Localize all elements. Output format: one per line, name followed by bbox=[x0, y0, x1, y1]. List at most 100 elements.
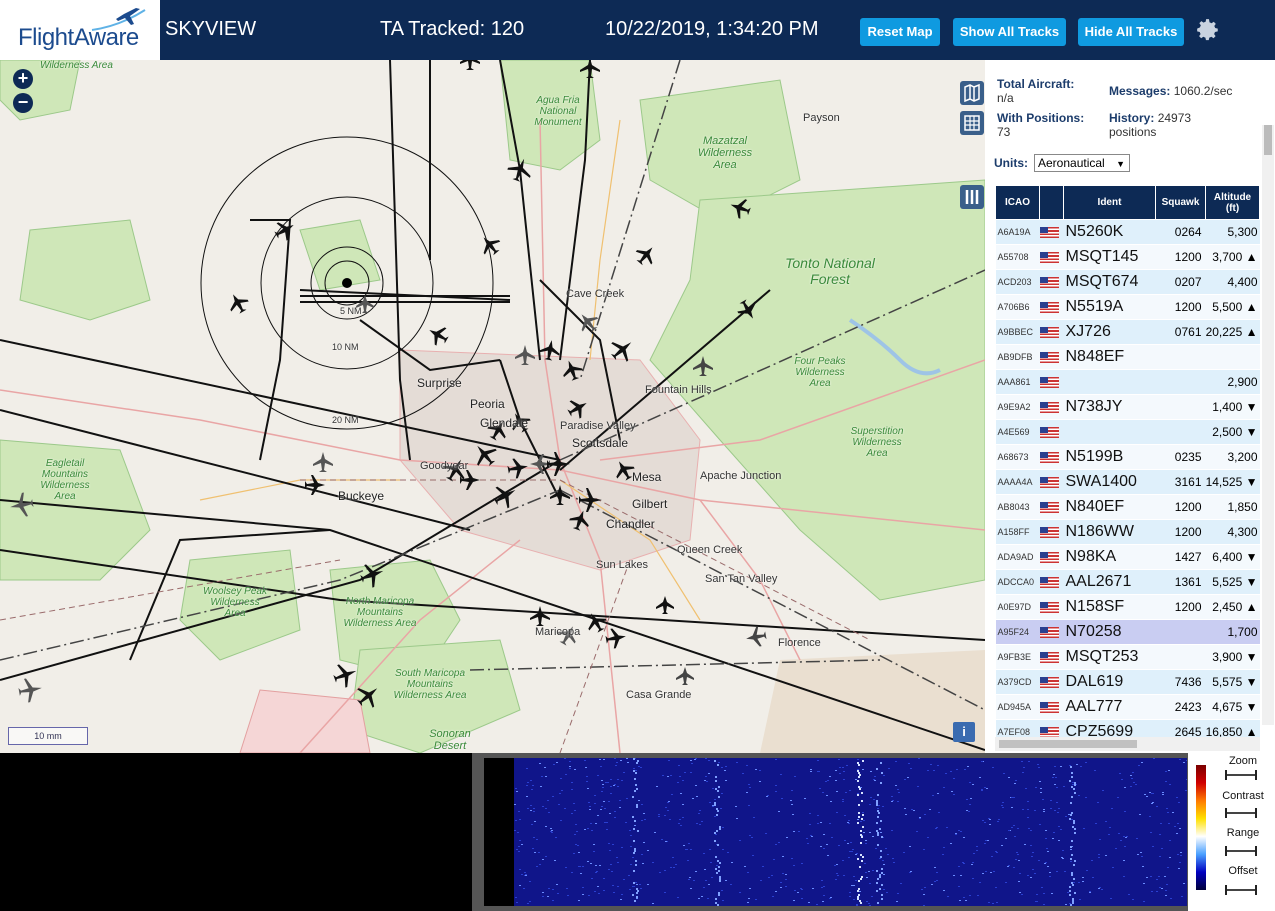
us-flag-icon bbox=[1039, 526, 1059, 538]
waterfall-pixel bbox=[848, 857, 850, 858]
waterfall-pixel bbox=[614, 817, 616, 818]
table-row[interactable]: A0E97D N158SF 1200 2,450 ▲ bbox=[995, 594, 1260, 620]
table-row[interactable]: A9FB3E MSQT253 3,900 ▼ bbox=[995, 644, 1260, 670]
waterfall-pixel bbox=[599, 759, 601, 760]
contrast-slider[interactable] bbox=[1225, 808, 1257, 818]
waterfall-pixel bbox=[683, 845, 685, 846]
reset-map-button[interactable]: Reset Map bbox=[860, 18, 940, 46]
col-flag[interactable] bbox=[1039, 185, 1064, 220]
waterfall-pixel bbox=[917, 786, 919, 787]
waterfall-pixel bbox=[1179, 828, 1181, 829]
waterfall-signal bbox=[1071, 840, 1073, 842]
waterfall-pixel bbox=[1149, 816, 1151, 817]
table-row[interactable]: A4E569 2,500 ▼ bbox=[995, 419, 1260, 445]
horizontal-scroll-thumb[interactable] bbox=[999, 740, 1137, 748]
waterfall-signal bbox=[635, 864, 637, 866]
waterfall-pixel bbox=[968, 811, 970, 812]
table-row[interactable]: A379CD DAL619 7436 5,575 ▼ bbox=[995, 669, 1260, 695]
waterfall-pixel bbox=[1151, 803, 1153, 804]
table-row[interactable]: ADCCA0 AAL2671 1361 5,525 ▼ bbox=[995, 569, 1260, 595]
waterfall-pixel bbox=[550, 828, 552, 829]
waterfall-signal bbox=[719, 878, 721, 880]
waterfall-pixel bbox=[947, 896, 949, 897]
waterfall-pixel bbox=[849, 896, 851, 897]
col-icao[interactable]: ICAO bbox=[995, 185, 1040, 220]
waterfall-pixel bbox=[673, 867, 675, 868]
waterfall-pixel bbox=[541, 776, 543, 777]
info-button[interactable]: i bbox=[953, 722, 975, 742]
zoom-out-button[interactable]: − bbox=[13, 93, 33, 113]
table-row[interactable]: A706B6 N5519A 1200 5,500 ▲ bbox=[995, 294, 1260, 320]
waterfall-pixel bbox=[1105, 821, 1107, 822]
waterfall-pixel bbox=[620, 760, 622, 761]
waterfall-signal bbox=[881, 898, 883, 900]
waterfall-pixel bbox=[1002, 807, 1004, 808]
waterfall-pixel bbox=[988, 818, 990, 819]
us-flag-icon bbox=[1039, 476, 1059, 488]
map-layers-icon[interactable] bbox=[960, 81, 984, 105]
waterfall-pixel bbox=[838, 845, 840, 846]
waterfall-pixel bbox=[1176, 833, 1178, 834]
grid-toggle-icon[interactable] bbox=[960, 111, 984, 135]
col-squawk[interactable]: Squawk bbox=[1155, 185, 1206, 220]
waterfall-pixel bbox=[659, 872, 661, 873]
waterfall-pixel bbox=[1040, 788, 1042, 789]
zoom-in-button[interactable]: + bbox=[13, 69, 33, 89]
waterfall-pixel bbox=[1017, 854, 1019, 855]
range-slider[interactable] bbox=[1225, 846, 1257, 856]
hide-all-tracks-button[interactable]: Hide All Tracks bbox=[1078, 18, 1184, 46]
table-row[interactable]: A68673 N5199B 0235 3,200 bbox=[995, 444, 1260, 470]
waterfall-pixel bbox=[698, 898, 700, 899]
waterfall-pixel bbox=[1045, 862, 1047, 863]
waterfall-pixel bbox=[588, 802, 590, 803]
waterfall-pixel bbox=[785, 874, 787, 875]
waterfall-pixel bbox=[877, 808, 879, 809]
table-row[interactable]: A9E9A2 N738JY 1,400 ▼ bbox=[995, 394, 1260, 420]
waterfall-pixel bbox=[979, 882, 981, 883]
table-vertical-scrollbar[interactable] bbox=[1262, 125, 1274, 725]
waterfall-display[interactable] bbox=[514, 758, 1187, 906]
flag-cell bbox=[1039, 294, 1064, 320]
waterfall-pixel bbox=[633, 886, 635, 887]
table-row[interactable]: A95F24 N70258 1,700 bbox=[995, 619, 1260, 645]
table-horizontal-scrollbar[interactable] bbox=[995, 737, 1260, 751]
waterfall-pixel bbox=[1021, 894, 1023, 895]
waterfall-pixel bbox=[1089, 892, 1091, 893]
units-select[interactable]: Aeronautical bbox=[1034, 154, 1130, 172]
zoom-slider[interactable] bbox=[1225, 770, 1257, 780]
waterfall-pixel bbox=[603, 759, 605, 760]
waterfall-pixel bbox=[938, 812, 940, 813]
flightaware-logo[interactable]: FlightAware bbox=[0, 0, 160, 60]
table-row[interactable]: A9BBEC XJ726 0761 20,225 ▲ bbox=[995, 319, 1260, 345]
waterfall-pixel bbox=[958, 866, 960, 867]
table-row[interactable]: AAAA4A SWA1400 3161 14,525 ▼ bbox=[995, 469, 1260, 495]
col-altitude[interactable]: Altitude (ft) bbox=[1205, 185, 1260, 220]
offset-slider[interactable] bbox=[1225, 885, 1257, 895]
table-row[interactable]: AD945A AAL777 2423 4,675 ▼ bbox=[995, 694, 1260, 720]
waterfall-pixel bbox=[516, 791, 518, 792]
table-row[interactable]: AB9DFB N848EF bbox=[995, 344, 1260, 370]
table-row[interactable]: AAA861 2,900 bbox=[995, 369, 1260, 395]
waterfall-pixel bbox=[1124, 811, 1126, 812]
waterfall-pixel bbox=[643, 842, 645, 843]
with-positions: With Positions: 73 bbox=[997, 111, 1084, 139]
waterfall-pixel bbox=[521, 874, 523, 875]
waterfall-pixel bbox=[593, 844, 595, 845]
messages-label: Messages: bbox=[1109, 84, 1171, 98]
table-row[interactable]: ADA9AD N98KA 1427 6,400 ▼ bbox=[995, 544, 1260, 570]
waterfall-pixel bbox=[1031, 856, 1033, 857]
table-row[interactable]: A158FF N186WW 1200 4,300 bbox=[995, 519, 1260, 545]
waterfall-pixel bbox=[1132, 899, 1134, 900]
gear-icon[interactable] bbox=[1195, 17, 1221, 43]
table-row[interactable]: A55708 MSQT145 1200 3,700 ▲ bbox=[995, 244, 1260, 270]
table-row[interactable]: A6A19A N5260K 0264 5,300 bbox=[995, 219, 1260, 245]
table-row[interactable]: ACD203 MSQT674 0207 4,400 bbox=[995, 269, 1260, 295]
waterfall-pixel bbox=[640, 888, 642, 889]
col-ident[interactable]: Ident bbox=[1063, 185, 1156, 220]
show-all-tracks-button[interactable]: Show All Tracks bbox=[953, 18, 1066, 46]
waterfall-pixel bbox=[1022, 772, 1024, 773]
vertical-scroll-thumb[interactable] bbox=[1264, 125, 1272, 155]
map-view[interactable]: Wilderness Area Agua Fria National Monum… bbox=[0, 60, 985, 753]
columns-toggle-icon[interactable] bbox=[960, 185, 984, 209]
table-row[interactable]: AB8043 N840EF 1200 1,850 bbox=[995, 494, 1260, 520]
